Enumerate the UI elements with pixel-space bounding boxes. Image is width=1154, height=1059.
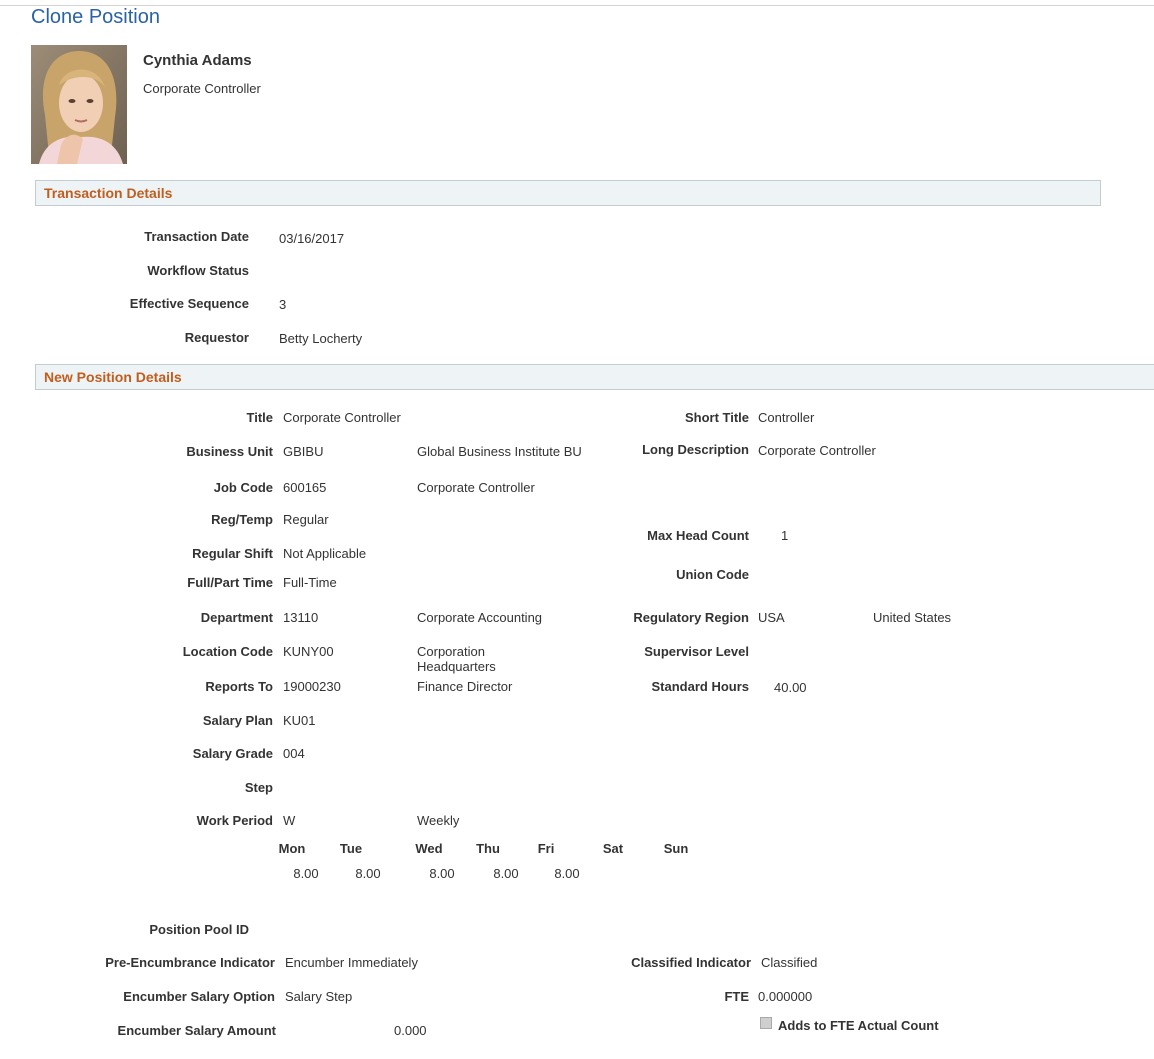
transaction-date-label: Transaction Date	[144, 229, 249, 244]
regulatory-region-description: United States	[873, 610, 952, 625]
day-header-sat: Sat	[602, 841, 624, 856]
full-part-time-value: Full-Time	[283, 575, 337, 590]
fte-value: 0.000000	[758, 989, 813, 1004]
day-hours-tue: 8.00	[355, 866, 381, 881]
classified-indicator-value: Classified	[761, 955, 818, 970]
reports-to-description: Finance Director	[417, 679, 513, 694]
salary-grade-value: 004	[283, 746, 305, 761]
department-label: Department	[200, 610, 273, 625]
salary-plan-value: KU01	[283, 713, 316, 728]
max-head-count-value: 1	[781, 528, 789, 543]
new-position-details-header[interactable]: New Position Details	[35, 364, 1154, 390]
regular-shift-label: Regular Shift	[192, 546, 273, 561]
reg-temp-label: Reg/Temp	[211, 512, 273, 527]
work-period-value: W	[283, 813, 296, 828]
position-pool-id-label: Position Pool ID	[149, 922, 249, 937]
long-description-label: Long Description	[642, 442, 749, 457]
department-description: Corporate Accounting	[417, 610, 543, 625]
requestor-label: Requestor	[184, 330, 249, 345]
effective-sequence-value: 3	[279, 297, 287, 312]
short-title-value: Controller	[758, 410, 815, 425]
regulatory-region-label: Regulatory Region	[633, 610, 749, 625]
day-header-tue: Tue	[339, 841, 363, 856]
adds-to-fte-label: Adds to FTE Actual Count	[778, 1018, 939, 1033]
full-part-time-label: Full/Part Time	[187, 575, 273, 590]
regular-shift-value: Not Applicable	[283, 546, 367, 561]
effective-sequence-label: Effective Sequence	[129, 296, 249, 311]
standard-hours-label: Standard Hours	[651, 679, 749, 694]
employee-photo	[31, 45, 127, 164]
location-code-value: KUNY00	[283, 644, 334, 659]
job-code-value: 600165	[283, 480, 327, 495]
max-head-count-label: Max Head Count	[647, 528, 749, 543]
supervisor-level-label: Supervisor Level	[644, 644, 749, 659]
salary-grade-label: Salary Grade	[192, 746, 273, 761]
section-title: Transaction Details	[44, 185, 173, 201]
day-header-mon: Mon	[278, 841, 306, 856]
encumber-salary-option-label: Encumber Salary Option	[123, 989, 275, 1004]
page-title: Clone Position	[31, 6, 160, 28]
encumber-salary-amount-value: 0.000	[394, 1023, 427, 1038]
business-unit-label: Business Unit	[186, 444, 273, 459]
day-header-thu: Thu	[476, 841, 500, 856]
requestor-value: Betty Locherty	[279, 331, 363, 346]
pre-encumbrance-indicator-value: Encumber Immediately	[285, 955, 418, 970]
classified-indicator-label: Classified Indicator	[631, 955, 751, 970]
department-value: 13110	[283, 610, 319, 625]
day-hours-mon: 8.00	[293, 866, 319, 881]
salary-plan-label: Salary Plan	[202, 713, 273, 728]
location-code-label: Location Code	[182, 644, 273, 659]
employee-name: Cynthia Adams	[143, 52, 252, 69]
top-divider	[0, 5, 1154, 6]
encumber-salary-amount-label: Encumber Salary Amount	[117, 1023, 276, 1038]
day-header-wed: Wed	[415, 841, 443, 856]
step-label: Step	[244, 780, 273, 795]
title-label: Title	[246, 410, 274, 425]
short-title-label: Short Title	[684, 410, 749, 425]
transaction-date-value: 03/16/2017	[279, 231, 345, 246]
reports-to-value: 19000230	[283, 679, 341, 694]
day-hours-thu: 8.00	[493, 866, 519, 881]
encumber-salary-option-value: Salary Step	[285, 989, 353, 1004]
employee-job-title: Corporate Controller	[143, 81, 261, 96]
title-value: Corporate Controller	[283, 410, 401, 425]
fte-label: FTE	[724, 989, 749, 1004]
section-title: New Position Details	[44, 369, 182, 385]
pre-encumbrance-indicator-label: Pre-Encumbrance Indicator	[105, 955, 275, 970]
day-header-sun: Sun	[663, 841, 689, 856]
long-description-value: Corporate Controller	[758, 443, 876, 458]
reports-to-label: Reports To	[205, 679, 273, 694]
job-code-description: Corporate Controller	[417, 480, 535, 495]
work-period-description: Weekly	[417, 813, 460, 828]
reg-temp-value: Regular	[283, 512, 329, 527]
union-code-label: Union Code	[676, 567, 749, 582]
workflow-status-label: Workflow Status	[147, 263, 249, 278]
standard-hours-value: 40.00	[774, 680, 807, 695]
work-period-label: Work Period	[196, 813, 273, 828]
day-hours-fri: 8.00	[554, 866, 580, 881]
business-unit-value: GBIBU	[283, 444, 324, 459]
location-code-description: Corporation Headquarters	[417, 644, 496, 674]
adds-to-fte-checkbox[interactable]	[760, 1017, 772, 1029]
job-code-label: Job Code	[213, 480, 273, 495]
regulatory-region-value: USA	[758, 610, 785, 625]
day-header-fri: Fri	[537, 841, 555, 856]
day-hours-wed: 8.00	[429, 866, 455, 881]
transaction-details-header[interactable]: Transaction Details	[35, 180, 1101, 206]
